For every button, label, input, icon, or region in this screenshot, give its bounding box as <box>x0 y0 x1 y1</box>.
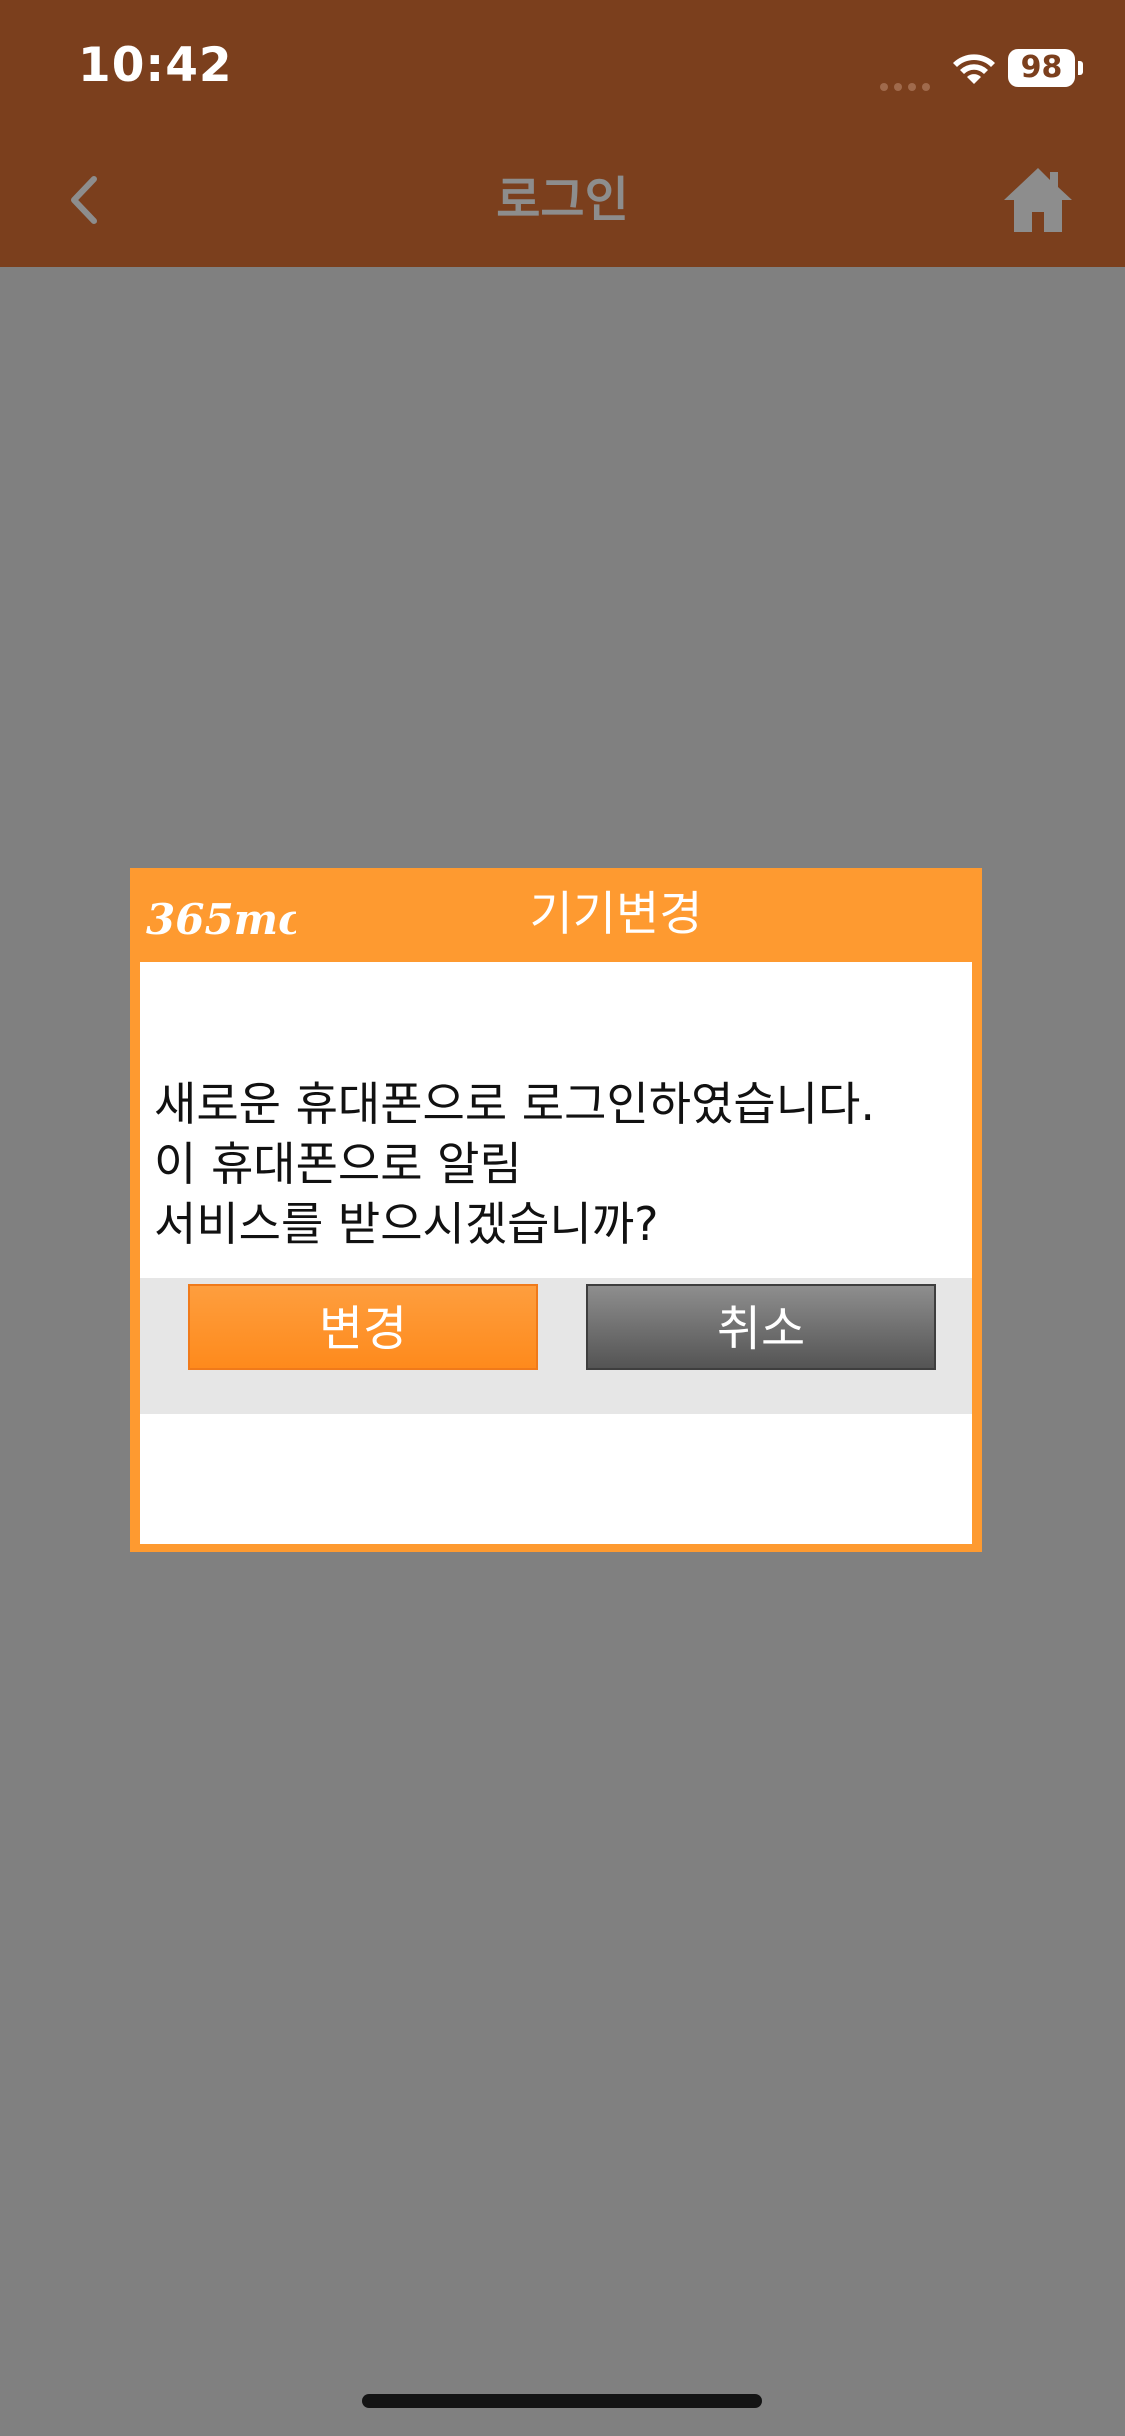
dialog-title: 기기변경 <box>529 887 703 942</box>
top-bar: 10:42 98 로그인 <box>0 0 1125 267</box>
page-title: 로그인 <box>496 172 629 228</box>
battery-icon: 98 <box>1008 49 1075 87</box>
cellular-signal-icon <box>880 76 936 91</box>
change-button[interactable]: 변경 <box>188 1284 538 1370</box>
app-screen: 10:42 98 로그인 365mc 기기변경 새로운 휴대폰으로 로그인하였습… <box>0 0 1125 2436</box>
dialog-footer: 변경 취소 <box>140 1278 972 1414</box>
device-change-dialog: 365mc 기기변경 새로운 휴대폰으로 로그인하였습니다. 이 휴대폰으로 알… <box>130 868 982 1552</box>
message-line: 새로운 휴대폰으로 로그인하였습니다. <box>154 1077 875 1131</box>
battery-tip <box>1078 61 1083 75</box>
status-time: 10:42 <box>78 38 233 93</box>
home-icon <box>1004 168 1072 232</box>
home-button[interactable] <box>1000 162 1076 238</box>
dialog-header: 365mc 기기변경 <box>130 868 982 962</box>
wifi-icon <box>953 54 995 84</box>
home-indicator[interactable] <box>362 2394 762 2408</box>
battery-level: 98 <box>1020 50 1063 85</box>
dialog-body: 새로운 휴대폰으로 로그인하였습니다. 이 휴대폰으로 알림 서비스를 받으시겠… <box>140 962 972 1544</box>
cancel-button[interactable]: 취소 <box>586 1284 936 1370</box>
message-line: 서비스를 받으시겠습니까? <box>154 1197 659 1251</box>
brand-logo-text: 365mc <box>146 895 296 944</box>
message-line: 이 휴대폰으로 알림 <box>154 1137 522 1191</box>
dialog-message: 새로운 휴대폰으로 로그인하였습니다. 이 휴대폰으로 알림 서비스를 받으시겠… <box>154 1074 958 1254</box>
brand-logo: 365mc <box>146 895 296 944</box>
